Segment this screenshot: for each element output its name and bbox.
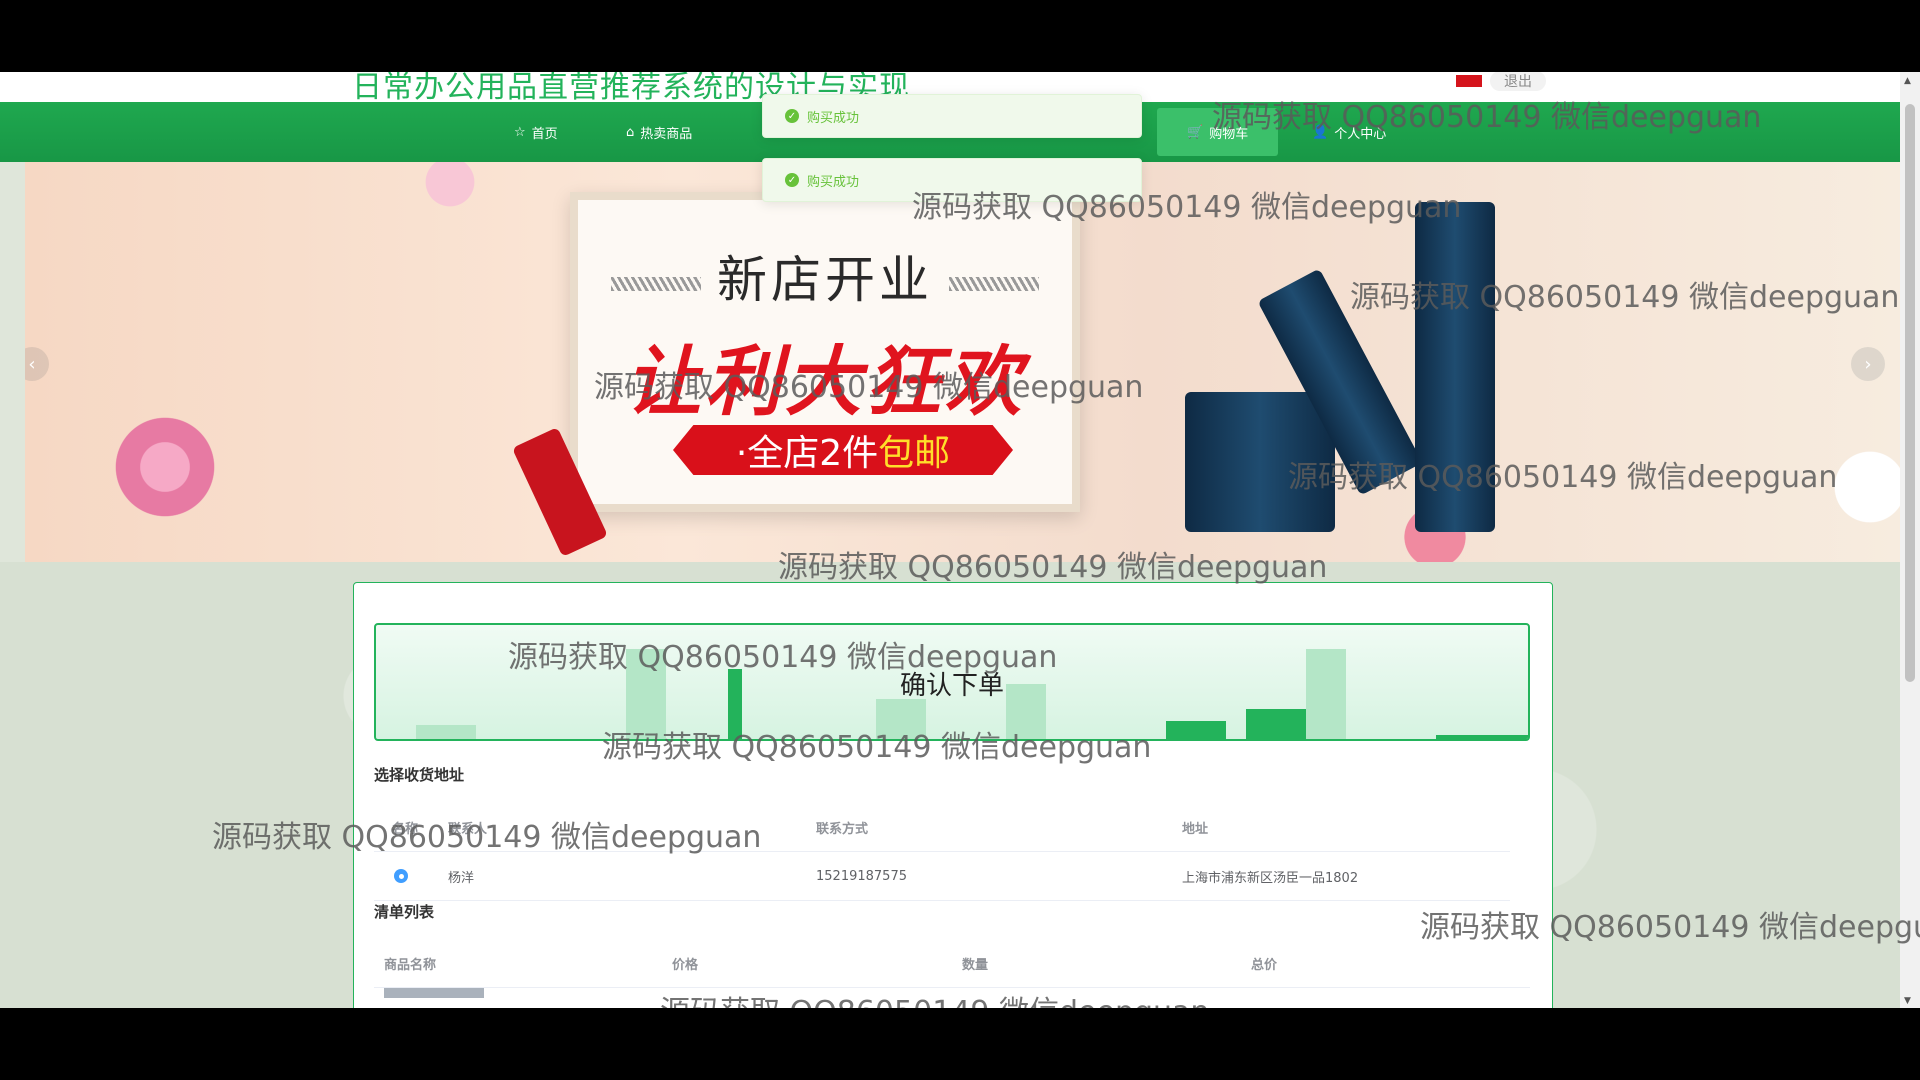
nav-profile-label: 个人中心 — [1334, 126, 1387, 142]
promo-banner-carousel[interactable]: 新店开业 让利大狂欢 ·全店2件 包邮 ‹ › — [25, 162, 1900, 562]
order-panel: 确认下单 选择收货地址 名称 联系人 联系方式 地址 杨洋 1521918757… — [353, 582, 1553, 1008]
user-icon: 👤 — [1312, 124, 1329, 140]
nav-home[interactable]: ☆ 首页 — [514, 102, 558, 162]
col-header: 数量 — [962, 957, 989, 973]
logout-button[interactable]: 退出 — [1490, 72, 1546, 91]
col-header: 联系方式 — [816, 821, 869, 837]
star-icon: ☆ — [514, 124, 526, 140]
contact-name: 杨洋 — [448, 870, 475, 886]
check-circle-icon: ✓ — [785, 109, 799, 123]
nav-cart-label: 购物车 — [1209, 126, 1249, 142]
items-section-label: 清单列表 — [374, 903, 435, 921]
table-row — [374, 988, 1530, 1008]
scroll-down-arrow-icon[interactable]: ▼ — [1904, 996, 1911, 1006]
table-row[interactable]: 杨洋 15219187575 上海市浦东新区汤臣一品1802 — [374, 852, 1510, 901]
nav-hot-label: 热卖商品 — [640, 126, 693, 142]
scroll-up-arrow-icon[interactable]: ▲ — [1904, 76, 1911, 86]
success-toast: ✓ 购买成功 — [762, 94, 1142, 138]
confirm-order-header: 确认下单 — [374, 623, 1530, 741]
toast-text: 购买成功 — [807, 110, 860, 126]
decor-bar — [949, 277, 1039, 291]
col-header: 总价 — [1251, 957, 1278, 973]
flower-decoration — [405, 162, 495, 222]
flower-decoration — [105, 412, 225, 522]
promo-shipping-tag: ·全店2件 包邮 — [673, 425, 1013, 475]
col-header: 地址 — [1182, 821, 1209, 837]
flag-icon — [1456, 75, 1482, 87]
carousel-next-arrow[interactable]: › — [1851, 347, 1885, 381]
success-toast: ✓ 购买成功 — [762, 158, 1142, 202]
address-table-header: 名称 联系人 联系方式 地址 — [374, 803, 1510, 852]
skyline-shape — [416, 725, 476, 739]
promo-headline: 新店开业 — [578, 240, 1072, 312]
skyline-shape — [876, 699, 926, 739]
confirm-order-title: 确认下单 — [899, 671, 1004, 701]
nav-profile[interactable]: 👤 个人中心 — [1312, 102, 1386, 162]
product-thumbnail — [384, 988, 484, 1008]
scrollbar-thumb[interactable] — [1905, 104, 1915, 682]
address-radio[interactable] — [394, 852, 408, 900]
page-scrollbar[interactable]: ▲ ▼ — [1900, 72, 1920, 1008]
carousel-prev-arrow[interactable]: ‹ — [25, 347, 49, 381]
shop-bag-icon: ⌂ — [626, 124, 635, 140]
check-circle-icon: ✓ — [785, 173, 799, 187]
promo-card: 新店开业 让利大狂欢 ·全店2件 包邮 — [570, 192, 1080, 512]
product-bottle — [1415, 202, 1495, 532]
contact-phone: 15219187575 — [816, 868, 907, 884]
contact-address: 上海市浦东新区汤臣一品1802 — [1182, 870, 1359, 886]
nav-home-label: 首页 — [531, 126, 558, 142]
promo-slogan: 让利大狂欢 — [625, 337, 1025, 426]
browser-viewport: 日常办公用品直营推荐系统的设计与实现 退出 ☆ 首页 ⌂ 热卖商品 🛒 购物车 … — [0, 72, 1920, 1008]
cart-icon: 🛒 — [1187, 124, 1204, 140]
skyline-shape — [1436, 735, 1528, 739]
col-header: 商品名称 — [384, 957, 437, 973]
logout-area[interactable]: 退出 — [1448, 72, 1554, 91]
items-table: 商品名称 价格 数量 总价 — [374, 939, 1530, 1008]
address-table: 名称 联系人 联系方式 地址 杨洋 15219187575 上海市浦东新区汤臣一… — [374, 803, 1510, 901]
radio-checked-icon — [394, 869, 408, 883]
flower-decoration — [1815, 432, 1900, 542]
address-section-label: 选择收货地址 — [374, 766, 465, 784]
decor-bar — [611, 277, 701, 291]
nav-hot-products[interactable]: ⌂ 热卖商品 — [626, 102, 692, 162]
toast-text: 购买成功 — [807, 174, 860, 190]
items-table-header: 商品名称 价格 数量 总价 — [374, 939, 1530, 988]
nav-cart[interactable]: 🛒 购物车 — [1157, 108, 1279, 156]
col-header: 价格 — [672, 957, 699, 973]
product-jar — [1185, 392, 1335, 532]
col-header: 联系人 — [448, 821, 488, 837]
col-header: 名称 — [392, 821, 419, 837]
skyline-shape — [1166, 721, 1226, 739]
